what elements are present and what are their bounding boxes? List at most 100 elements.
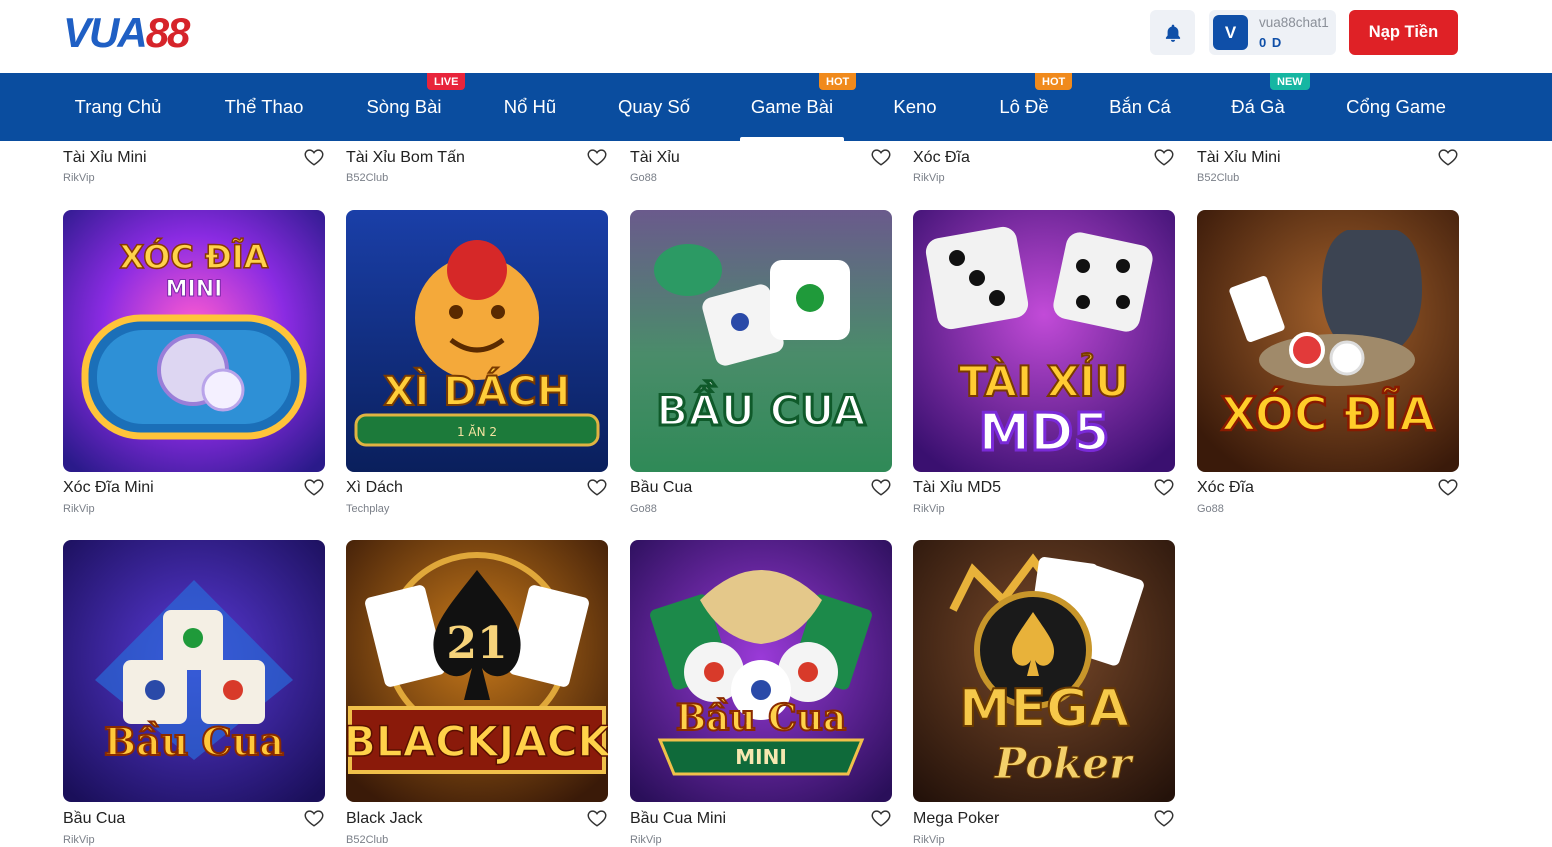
- site-logo[interactable]: VUA 88: [63, 9, 191, 56]
- live-badge: LIVE: [427, 73, 466, 90]
- game-card[interactable]: MEGA Poker Mega Poker RikVip: [913, 540, 1175, 847]
- game-card[interactable]: XÌ DÁCH 1 ĂN 2 Xì Dách Techplay: [346, 210, 608, 520]
- game-thumbnail[interactable]: XÌ DÁCH 1 ĂN 2: [346, 210, 608, 472]
- nav-label: Keno: [893, 96, 937, 117]
- game-provider: B52Club: [346, 834, 389, 846]
- nav-label: Bắn Cá: [1109, 96, 1171, 117]
- game-provider: Go88: [1197, 503, 1224, 515]
- art-title: BLACKJACK: [346, 717, 608, 766]
- heart-icon[interactable]: [1153, 146, 1175, 168]
- bell-icon: [1165, 24, 1180, 42]
- heart-icon[interactable]: [303, 146, 325, 168]
- game-thumbnail[interactable]: Bầu Cua MINI: [630, 540, 892, 802]
- game-title: Black Jack: [346, 810, 423, 827]
- avatar: V: [1213, 15, 1248, 50]
- game-provider: RikVip: [913, 834, 945, 846]
- heart-icon[interactable]: [586, 476, 608, 498]
- nav-item-ban-ca[interactable]: Bắn Cá: [1090, 73, 1190, 141]
- nav-item-quay-so[interactable]: Quay Số: [598, 73, 710, 141]
- game-title: Bầu Cua: [63, 810, 126, 827]
- nav-label: Trang Chủ: [74, 96, 162, 117]
- game-title: Bầu Cua: [630, 479, 693, 496]
- game-provider: RikVip: [63, 834, 95, 846]
- game-thumbnail[interactable]: XÓC ĐĨA MINI: [63, 210, 325, 472]
- game-title: Tài Xỉu Mini: [1197, 149, 1281, 166]
- game-card[interactable]: Bầu Cua Bầu Cua RikVip: [63, 540, 325, 847]
- nav-item-the-thao[interactable]: Thể Thao: [200, 73, 328, 141]
- art-subtitle: 21: [446, 618, 507, 669]
- heart-icon[interactable]: [586, 807, 608, 829]
- game-title: Bầu Cua Mini: [630, 810, 727, 827]
- art-subtitle: MINI: [166, 277, 223, 302]
- balance: 0 D: [1259, 35, 1283, 50]
- art-title: MEGA: [959, 679, 1129, 739]
- game-title: Tài Xỉu Mini: [63, 149, 147, 166]
- heart-icon[interactable]: [1153, 476, 1175, 498]
- hot-badge: HOT: [819, 73, 857, 90]
- notifications-button[interactable]: [1150, 10, 1195, 55]
- new-badge: NEW: [1270, 73, 1310, 90]
- game-thumbnail[interactable]: 21 BLACKJACK: [346, 540, 608, 802]
- heart-icon[interactable]: [1153, 807, 1175, 829]
- game-card[interactable]: Tài Xỉu Mini B52Club: [1197, 141, 1459, 191]
- nav-label: Thể Thao: [224, 96, 304, 117]
- game-title: Tài Xỉu Bom Tấn: [346, 149, 465, 166]
- heart-icon[interactable]: [303, 807, 325, 829]
- game-thumbnail[interactable]: Bầu Cua: [63, 540, 325, 802]
- game-thumbnail[interactable]: TÀI XỈU MD5: [913, 210, 1175, 472]
- game-card[interactable]: XÓC ĐĨA Xóc Đĩa Go88: [1197, 210, 1459, 520]
- hot-badge: HOT: [1035, 73, 1073, 90]
- game-card[interactable]: Tài Xỉu Go88: [630, 141, 892, 191]
- game-thumbnail[interactable]: BẦU CUA: [630, 210, 892, 472]
- game-provider: Go88: [630, 172, 657, 184]
- deposit-button[interactable]: Nạp Tiền: [1349, 10, 1458, 55]
- game-title: Xóc Đĩa: [1197, 479, 1254, 496]
- user-account[interactable]: V vua88chat1 0 D: [1209, 10, 1336, 55]
- username: vua88chat1: [1259, 15, 1329, 30]
- heart-icon[interactable]: [870, 476, 892, 498]
- game-card[interactable]: Xóc Đĩa RikVip: [913, 141, 1175, 191]
- game-provider: B52Club: [346, 172, 389, 184]
- nav-label: Game Bài: [750, 96, 834, 117]
- heart-icon[interactable]: [870, 807, 892, 829]
- heart-icon[interactable]: [586, 146, 608, 168]
- game-card[interactable]: XÓC ĐĨA MINI Xóc Đĩa Mini RikVip: [63, 210, 325, 520]
- nav-item-keno[interactable]: Keno: [870, 73, 960, 141]
- nav-label: Lô Đề: [999, 96, 1049, 117]
- art-title: XÓC ĐĨA: [1221, 387, 1435, 441]
- game-card[interactable]: Bầu Cua MINI Bầu Cua Mini RikVip: [630, 540, 892, 847]
- art-subtitle: 1 ĂN 2: [457, 424, 497, 439]
- site-header: VUA 88 V vua88chat1 0 D Nạp Tiền: [0, 0, 1552, 73]
- game-thumbnail[interactable]: MEGA Poker: [913, 540, 1175, 802]
- game-provider: RikVip: [913, 172, 945, 184]
- heart-icon[interactable]: [1437, 476, 1459, 498]
- game-title: Tài Xỉu: [630, 149, 680, 166]
- game-thumbnail[interactable]: XÓC ĐĨA: [1197, 210, 1459, 472]
- nav-label: Đá Gà: [1231, 96, 1285, 117]
- game-card[interactable]: 21 BLACKJACK Black Jack B52Club: [346, 540, 608, 847]
- art-subtitle: MINI: [735, 745, 787, 769]
- nav-item-cong-game[interactable]: Cổng Game: [1330, 73, 1462, 141]
- main-nav: Trang Chủ Thể Thao Sòng Bài Nổ Hũ Quay S…: [0, 73, 1552, 141]
- game-card[interactable]: Tài Xỉu Bom Tấn B52Club: [346, 141, 608, 191]
- game-card[interactable]: BẦU CUA Bầu Cua Go88: [630, 210, 892, 520]
- game-provider: Go88: [630, 503, 657, 515]
- nav-label: Quay Số: [618, 96, 690, 117]
- nav-label: Cổng Game: [1346, 96, 1446, 117]
- logo-text-88: 88: [145, 9, 191, 56]
- logo-text-vua: VUA: [63, 9, 148, 56]
- game-provider: RikVip: [63, 172, 95, 184]
- art-title: XÌ DÁCH: [384, 367, 571, 415]
- game-card[interactable]: TÀI XỈU MD5 Tài Xỉu MD5 RikVip: [913, 210, 1175, 520]
- nav-label: Sòng Bài: [366, 96, 442, 117]
- art-title: Bầu Cua: [676, 697, 847, 739]
- art-subtitle: Poker: [994, 739, 1134, 788]
- game-card[interactable]: Tài Xỉu Mini RikVip: [63, 141, 325, 191]
- heart-icon[interactable]: [870, 146, 892, 168]
- game-provider: RikVip: [63, 503, 95, 515]
- heart-icon[interactable]: [303, 476, 325, 498]
- game-title: Xì Dách: [346, 479, 403, 496]
- nav-item-trang-chu[interactable]: Trang Chủ: [52, 73, 184, 141]
- nav-item-no-hu[interactable]: Nổ Hũ: [480, 73, 580, 141]
- heart-icon[interactable]: [1437, 146, 1459, 168]
